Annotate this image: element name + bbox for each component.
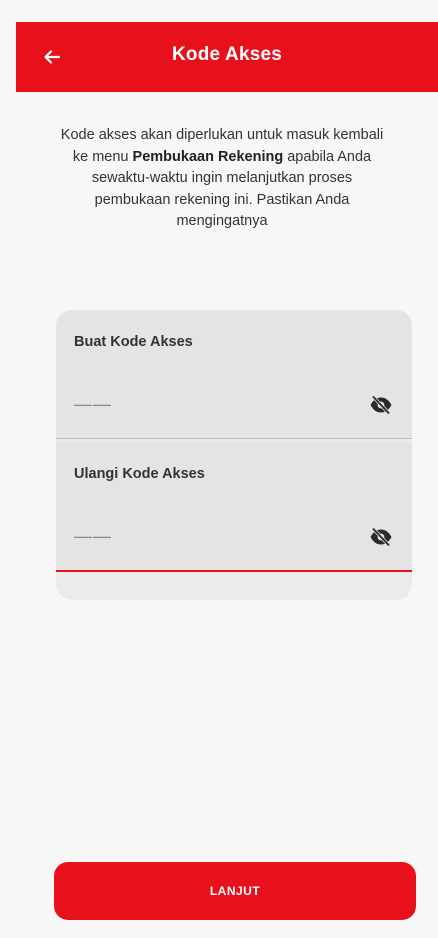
create-access-code-input[interactable]: —— (74, 394, 112, 415)
toggle-visibility-button[interactable] (368, 394, 394, 416)
eye-slash-icon (370, 527, 392, 547)
eye-slash-icon (370, 395, 392, 415)
intro-text: Kode akses akan diperlukan untuk masuk k… (52, 125, 392, 233)
repeat-access-code-label: Ulangi Kode Akses (74, 466, 205, 482)
access-code-screen: Kode Akses Kode akses akan diperlukan un… (0, 0, 438, 938)
create-access-code-label: Buat Kode Akses (74, 334, 193, 350)
page-title: Kode Akses (171, 44, 283, 65)
app-bar: Kode Akses (16, 22, 438, 92)
repeat-access-code-field[interactable]: Ulangi Kode Akses —— (56, 442, 412, 572)
toggle-visibility-button[interactable] (368, 526, 394, 548)
intro-text-bold: Pembukaan Rekening (132, 148, 284, 165)
create-access-code-field[interactable]: Buat Kode Akses —— (56, 310, 412, 439)
repeat-access-code-input[interactable]: —— (74, 526, 112, 547)
next-button[interactable]: LANJUT (54, 862, 416, 920)
access-code-form: Buat Kode Akses —— Ulangi Kode Akses —— (56, 310, 412, 600)
